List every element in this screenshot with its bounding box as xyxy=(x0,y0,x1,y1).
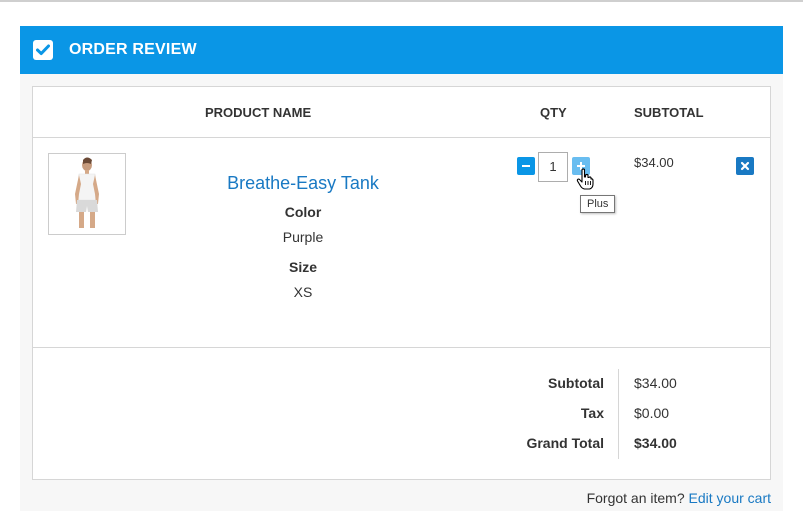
totals-grand-total-value: $34.00 xyxy=(634,435,677,451)
qty-input[interactable]: 1 xyxy=(538,152,568,182)
footer-edit-cart: Forgot an item? Edit your cart xyxy=(587,490,771,506)
remove-item-button[interactable] xyxy=(736,157,754,175)
totals-grand-total-label: Grand Total xyxy=(526,435,604,451)
totals-tax-value: $0.00 xyxy=(634,405,670,421)
footer-note-text: Forgot an item? xyxy=(586,490,685,506)
totals-vertical-divider xyxy=(618,369,619,459)
qty-minus-button[interactable] xyxy=(517,157,535,175)
plus-tooltip: Plus xyxy=(580,195,616,213)
order-review-header[interactable]: ORDER REVIEW xyxy=(20,26,783,74)
column-header-product-name: PRODUCT NAME xyxy=(205,105,312,120)
remove-icon xyxy=(740,161,750,171)
option-value-size: XS xyxy=(293,284,313,300)
item-subtotal: $34.00 xyxy=(634,155,674,170)
totals-divider xyxy=(33,347,770,348)
column-header-subtotal: SUBTOTAL xyxy=(634,105,704,120)
option-value-color: Purple xyxy=(282,229,324,245)
product-name-link[interactable]: Breathe-Easy Tank xyxy=(173,173,433,194)
option-label-size: Size xyxy=(288,259,317,275)
totals-tax-label: Tax xyxy=(580,405,604,421)
option-label-color: Color xyxy=(284,204,322,220)
product-thumbnail[interactable] xyxy=(48,153,126,235)
header-divider xyxy=(33,137,770,138)
order-review-title: ORDER REVIEW xyxy=(69,41,197,58)
checkbox-checked-icon xyxy=(33,40,53,60)
order-items-table: PRODUCT NAME QTY SUBTOTAL Breathe-Easy T… xyxy=(32,86,771,480)
totals-subtotal-label: Subtotal xyxy=(548,375,604,391)
edit-cart-link[interactable]: Edit your cart xyxy=(689,490,771,506)
hand-cursor-icon xyxy=(576,168,594,195)
top-border xyxy=(0,0,803,2)
minus-icon xyxy=(522,165,530,167)
column-header-qty: QTY xyxy=(540,105,567,120)
totals-subtotal-value: $34.00 xyxy=(634,375,677,391)
